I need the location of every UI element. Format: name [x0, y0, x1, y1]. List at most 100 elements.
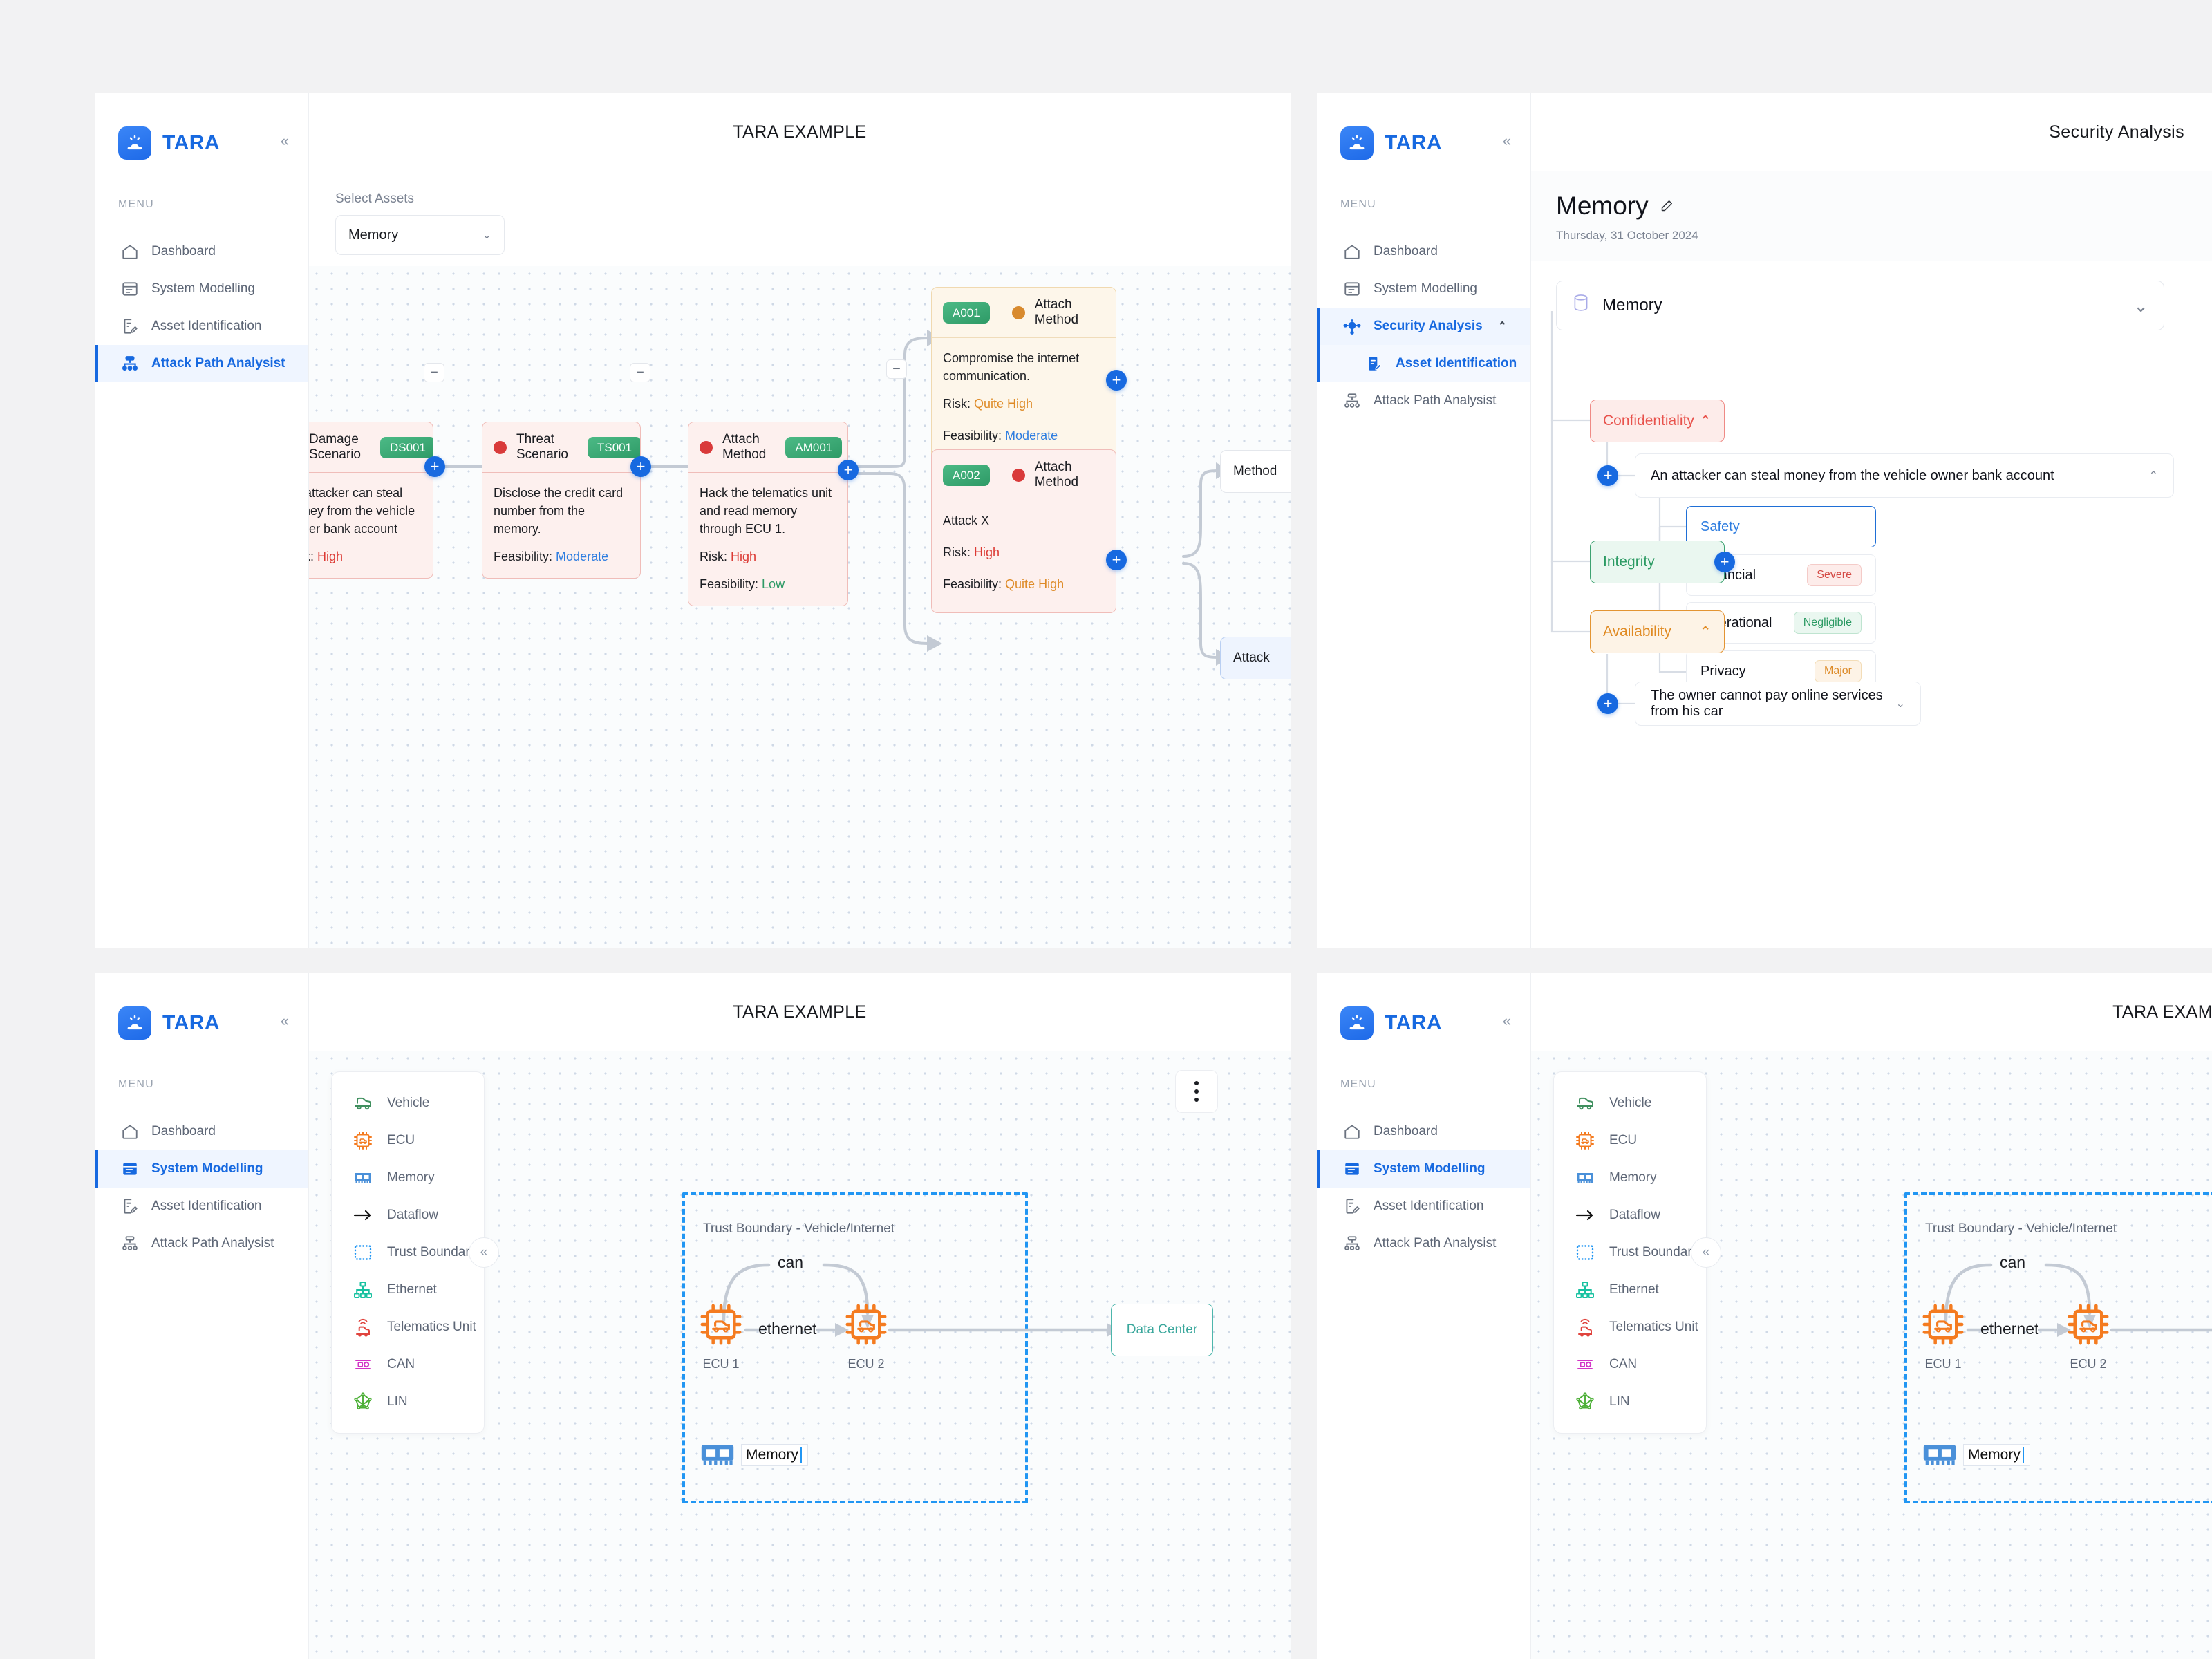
node-memory-name-input[interactable]: Memory: [1963, 1444, 2031, 1466]
attack-path-stub-method[interactable]: Method: [1220, 450, 1291, 493]
remove-node-button[interactable]: −: [886, 359, 907, 379]
add-node-button[interactable]: +: [1106, 370, 1127, 391]
sidebar-collapse-button[interactable]: «: [1503, 133, 1511, 149]
add-damage-scenario-button[interactable]: +: [1597, 465, 1618, 486]
damage-scenario-row[interactable]: An attacker can steal money from the veh…: [1635, 453, 2174, 498]
sidebar-item-attack-path-analysist[interactable]: Attack Path Analysist: [95, 1225, 308, 1262]
palette-item-telematics-unit[interactable]: Telematics Unit: [1554, 1309, 1706, 1346]
palette-item-vehicle[interactable]: Vehicle: [332, 1085, 484, 1122]
tara-logo-icon: [1340, 126, 1374, 160]
add-integrity-scenario-button[interactable]: +: [1714, 552, 1735, 572]
palette-item-ethernet[interactable]: Ethernet: [332, 1271, 484, 1309]
palette-item-ecu[interactable]: ECU: [1554, 1122, 1706, 1159]
asset-header: Memory Thursday, 31 October 2024: [1531, 171, 2212, 261]
attack-path-card-attach-method-a002[interactable]: A002 Attach Method Attack X Risk: High F…: [931, 449, 1116, 614]
sidebar-collapse-button[interactable]: «: [281, 133, 289, 149]
add-node-button[interactable]: +: [838, 460, 859, 480]
node-ecu-1[interactable]: ECU 1: [1920, 1301, 1967, 1371]
node-ecu-1[interactable]: ECU 1: [697, 1301, 744, 1371]
status-dot-icon: [1011, 468, 1025, 482]
chevron-up-icon[interactable]: ⌃: [2149, 469, 2158, 482]
system-model-canvas-secondary[interactable]: Vehicle ECU Memory Dataflow Trust Bounda…: [1531, 1051, 2212, 1659]
sidebar-item-system-modelling[interactable]: System Modelling: [95, 270, 308, 308]
sidebar-item-system-modelling[interactable]: System Modelling: [1317, 1150, 1530, 1188]
impact-label: Safety: [1700, 518, 1740, 534]
brand: TARA: [1317, 1006, 1530, 1040]
palette-item-can[interactable]: CAN: [332, 1346, 484, 1383]
node-memory-name-input[interactable]: Memory: [741, 1444, 809, 1466]
palette-item-label: Memory: [387, 1170, 435, 1185]
palette-item-trust-boundary[interactable]: Trust Boundary: [332, 1234, 484, 1271]
palette-item-can[interactable]: CAN: [1554, 1346, 1706, 1383]
palette-collapse-button[interactable]: «: [469, 1237, 499, 1268]
add-node-button[interactable]: +: [630, 456, 651, 477]
node-ecu-2[interactable]: ECU 2: [843, 1301, 890, 1371]
attack-path-card-attach-method-am001[interactable]: Attach Method AM001 Hack the telematics …: [688, 422, 848, 607]
node-ecu-2[interactable]: ECU 2: [2065, 1301, 2112, 1371]
availability-scenario-row[interactable]: The owner cannot pay online services fro…: [1635, 682, 1921, 726]
attack-path-card-threat-scenario[interactable]: Threat Scenario TS001 Disclose the credi…: [482, 422, 641, 579]
palette-item-memory[interactable]: Memory: [332, 1159, 484, 1197]
palette-item-lin[interactable]: LIN: [332, 1383, 484, 1421]
sidebar-item-attack-path-analysist[interactable]: Attack Path Analysist: [1317, 382, 1530, 420]
system-model-canvas[interactable]: Vehicle ECU Memory Dataflow Trust Bounda…: [309, 1051, 1291, 1659]
attack-path-card-damage-scenario[interactable]: Damage Scenario DS001 An attacker can st…: [309, 422, 433, 579]
node-data-center[interactable]: Data Center: [1111, 1304, 1213, 1356]
attack-path-stub-attack[interactable]: Attack: [1220, 637, 1291, 679]
attack-path-card-attach-method-a001[interactable]: A001 Attach Method Compromise the intern…: [931, 287, 1116, 467]
palette-item-dataflow[interactable]: Dataflow: [332, 1197, 484, 1234]
attack-path-canvas[interactable]: Damage Scenario DS001 An attacker can st…: [309, 266, 1291, 948]
property-availability[interactable]: Availability ⌃: [1590, 610, 1725, 653]
trust-boundary-label: Trust Boundary - Vehicle/Internet: [703, 1221, 895, 1236]
palette-item-telematics-unit[interactable]: Telematics Unit: [332, 1309, 484, 1346]
palette-item-trust-boundary[interactable]: Trust Boundary: [1554, 1234, 1706, 1271]
palette-item-vehicle[interactable]: Vehicle: [1554, 1085, 1706, 1122]
tara-logo-icon: [1340, 1006, 1374, 1040]
sidebar-item-asset-identification[interactable]: Asset Identification: [1317, 1188, 1530, 1225]
sidebar-item-dashboard[interactable]: Dashboard: [95, 1113, 308, 1150]
remove-node-button[interactable]: −: [424, 363, 444, 382]
sidebar-item-attack-path-analysist[interactable]: Attack Path Analysist: [95, 345, 308, 382]
node-label: ECU 1: [1924, 1357, 1962, 1371]
palette-item-label: Trust Boundary: [387, 1245, 477, 1259]
canvas-options-button[interactable]: [1175, 1070, 1218, 1113]
property-confidentiality[interactable]: Confidentiality ⌃: [1590, 400, 1725, 442]
sidebar-item-asset-identification[interactable]: Asset Identification: [95, 308, 308, 345]
add-node-button[interactable]: +: [1106, 550, 1127, 570]
sidebar: TARA « MENU Dashboard System Modelling: [95, 93, 309, 948]
page-title: TARA EXAMP: [2112, 1002, 2212, 1022]
sidebar-item-dashboard[interactable]: Dashboard: [1317, 1113, 1530, 1150]
add-node-button[interactable]: +: [424, 456, 445, 477]
sidebar-item-system-modelling[interactable]: System Modelling: [1317, 270, 1530, 308]
sidebar-item-label: Dashboard: [1374, 244, 1438, 259]
window-icon: [1343, 280, 1361, 298]
chevron-down-icon[interactable]: ⌄: [2133, 295, 2148, 317]
palette-item-memory[interactable]: Memory: [1554, 1159, 1706, 1197]
palette-item-ecu[interactable]: ECU: [332, 1122, 484, 1159]
sidebar-collapse-button[interactable]: «: [281, 1013, 289, 1029]
add-availability-scenario-button[interactable]: +: [1597, 693, 1618, 714]
sidebar: TARA « MENU Dashboard System Modelling: [1317, 973, 1531, 1659]
asset-selector-bar[interactable]: Memory ⌄: [1556, 281, 2164, 330]
sidebar-collapse-button[interactable]: «: [1503, 1013, 1511, 1029]
chevron-down-icon[interactable]: ⌄: [1896, 697, 1905, 711]
palette-collapse-button[interactable]: «: [1691, 1237, 1721, 1268]
pencil-icon[interactable]: [1658, 191, 1674, 221]
sidebar-item-attack-path-analysist[interactable]: Attack Path Analysist: [1317, 1225, 1530, 1262]
select-assets-dropdown[interactable]: Memory ⌄: [335, 215, 505, 255]
property-integrity[interactable]: Integrity: [1590, 541, 1725, 583]
sidebar-item-system-modelling[interactable]: System Modelling: [95, 1150, 308, 1188]
sidebar-item-dashboard[interactable]: Dashboard: [95, 233, 308, 270]
sidebar-item-asset-identification[interactable]: Asset Identification: [95, 1188, 308, 1225]
node-memory[interactable]: [697, 1434, 738, 1478]
sidebar-item-dashboard[interactable]: Dashboard: [1317, 233, 1530, 270]
node-memory[interactable]: [1920, 1434, 1960, 1478]
sidebar-item-asset-identification[interactable]: Asset Identification: [1317, 345, 1530, 382]
remove-node-button[interactable]: −: [630, 363, 650, 382]
palette-item-ethernet[interactable]: Ethernet: [1554, 1271, 1706, 1309]
sidebar-item-security-analysis[interactable]: Security Analysis ⌃: [1317, 308, 1530, 345]
palette-item-lin[interactable]: LIN: [1554, 1383, 1706, 1421]
nav-list: Dashboard System Modelling Asset Identif…: [95, 233, 308, 382]
memory-stick-icon: [353, 1168, 373, 1188]
palette-item-dataflow[interactable]: Dataflow: [1554, 1197, 1706, 1234]
